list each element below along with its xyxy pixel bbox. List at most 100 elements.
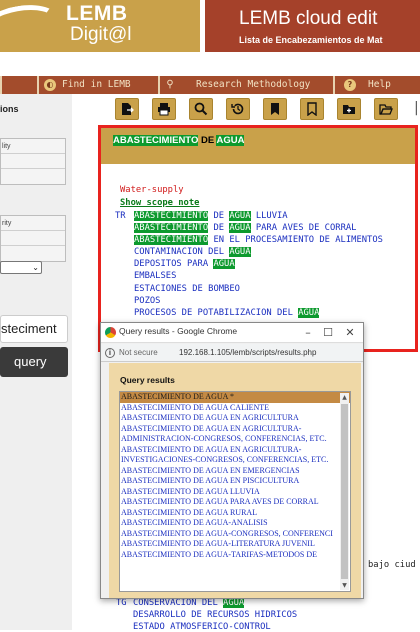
sidebar-option[interactable]: lity [1,139,65,154]
search-icon: ⚲ [166,79,174,90]
maximize-icon[interactable]: ☐ [319,324,337,341]
related-term[interactable]: ABASTECIMIENTO EN EL PROCESAMIENTO DE AL… [134,235,383,245]
sidebar-option[interactable] [1,231,65,246]
logo-subtitle: Digit@l [70,24,132,45]
result-item[interactable]: ABASTECIMIENTO DE AGUA EN PISCICULTURA [120,476,350,487]
record-heading: ABASTECIMIENTO DE AGUA [113,135,245,146]
search-input[interactable]: steciment [0,315,68,343]
related-term[interactable]: ESTACIONES DE BOMBEO [134,284,240,294]
nav-divider [0,76,2,94]
new-folder-button[interactable] [337,98,361,120]
compass-icon: ◐ [44,79,56,91]
logo-area[interactable]: LEMB Digit@l [0,0,200,53]
result-item[interactable]: ABASTECIMIENTO DE AGUA EN AGRICULTURA- [120,424,350,435]
record-panel: ABASTECIMIENTO DE AGUA Water-supply Show… [98,125,418,352]
result-item[interactable]: ABASTECIMIENTO DE AGUA-LITERATURA JUVENI… [120,539,350,550]
more-icon[interactable]: | [414,100,419,116]
tg-label: TG [116,598,127,608]
sidebar-select[interactable]: ⌄ [0,261,42,274]
record-header: ABASTECIMIENTO DE AGUA [101,128,415,164]
sidebar-option[interactable]: rity [1,216,65,231]
related-term[interactable]: ABASTECIMIENTO DE AGUA LLUVIA [134,211,288,221]
sidebar-section-label: ions [0,104,19,114]
heading-term: AGUA [216,135,245,146]
minimize-icon[interactable]: – [299,324,317,341]
scroll-thumb[interactable] [341,404,348,579]
history-button[interactable] [226,98,250,120]
close-icon[interactable]: ✕ [341,324,359,341]
related-term[interactable]: CONTAMINACION DEL AGUA [134,247,251,257]
file-export-icon [122,103,134,115]
result-item[interactable]: ABASTECIMIENTO DE AGUA-TARIFAS-METODOS D… [120,550,350,561]
sidebar-option-box: rity [0,215,66,262]
result-item[interactable]: ABASTECIMIENTO DE AGUA-CONGRESOS, CONFER… [120,529,350,540]
query-results-window: Query results - Google Chrome – ☐ ✕ i No… [100,322,364,599]
query-button[interactable]: query [0,347,68,377]
heading-term: ABASTECIMIENTO [113,135,199,146]
bookmark-filled-icon [271,103,279,115]
result-item[interactable]: ABASTECIMIENTO DE AGUA LLUVIA [120,487,350,498]
nav-research-methodology[interactable]: Research Methodology [196,76,310,94]
bookmark-add-button[interactable] [263,98,287,120]
result-item-selected[interactable]: ABASTECIMIENTO DE AGUA * [120,392,350,403]
result-item[interactable]: ABASTECIMIENTO DE AGUA EN EMERGENCIAS [120,466,350,477]
scope-note-link[interactable]: Show scope note [120,198,199,208]
broader-term[interactable]: DESARROLLO DE RECURSOS HIDRICOS [133,610,297,620]
result-item[interactable]: ABASTECIMIENTO DE AGUA CALIENTE [120,403,350,414]
result-item[interactable]: ABASTECIMIENTO DE AGUA EN AGRICULTURA [120,413,350,424]
result-item[interactable]: ABASTECIMIENTO DE AGUA-ANALISIS [120,518,350,529]
related-term[interactable]: PROCESOS DE POTABILIZACION DEL AGUA [134,308,320,318]
partial-term: bajo ciud [368,560,416,570]
sidebar-option[interactable] [1,154,65,169]
related-term[interactable]: POZOS [134,296,160,306]
nav-divider [333,76,335,94]
sidebar-option[interactable] [1,246,65,261]
bookmark-outline-icon [307,102,317,116]
results-heading: Query results [120,375,175,385]
open-folder-button[interactable] [374,98,398,120]
bookmark-list-button[interactable] [300,98,324,120]
related-term[interactable]: ABASTECIMIENTO DE AGUA PARA AVES DE CORR… [134,223,356,233]
print-button[interactable] [152,98,176,120]
result-item[interactable]: INVESTIGACIONES-CONGRESOS, CONFERENCIAS,… [120,455,350,466]
history-icon [231,103,244,115]
related-term[interactable]: DEPOSITOS PARA AGUA [134,259,235,269]
results-list[interactable]: ABASTECIMIENTO DE AGUA * ABASTECIMIENTO … [119,391,351,592]
folder-add-icon [343,105,355,114]
security-label: Not secure [119,348,158,357]
search-button[interactable] [189,98,213,120]
site-header: LEMB Digit@l LEMB cloud edit Lista de En… [0,0,420,75]
nav-help[interactable]: Help [368,76,391,94]
header-banner: LEMB cloud edit Lista de Encabezamientos… [205,0,420,52]
nav-divider [158,76,160,94]
tr-label: TR [115,211,126,221]
nav-divider [37,76,39,94]
folder-open-icon [379,104,393,115]
sidebar-option[interactable] [1,169,65,184]
result-item[interactable]: ABASTECIMIENTO DE AGUA RURAL [120,508,350,519]
export-button[interactable] [115,98,139,120]
app-subtitle: Lista de Encabezamientos de Mat [239,35,383,45]
result-item[interactable]: ABASTECIMIENTO DE AGUA PARA AVES DE CORR… [120,497,350,508]
address-bar[interactable]: i Not secure 192.168.1.105/lemb/scripts/… [101,344,363,362]
broader-term[interactable]: ESTADO ATMOSFERICO-CONTROL [133,622,271,632]
scroll-up-icon[interactable]: ▲ [340,393,349,402]
search-icon [194,102,208,116]
broader-term[interactable]: CONSERVACION DEL AGUA [133,598,245,608]
info-icon[interactable]: i [105,348,115,358]
results-scrollbar[interactable]: ▲ ▼ [340,393,349,590]
chevron-down-icon: ⌄ [32,263,39,272]
nav-find-in-lemb[interactable]: Find in LEMB [62,76,131,94]
used-for-term[interactable]: Water-supply [120,185,184,195]
scroll-down-icon[interactable]: ▼ [340,581,349,590]
result-item[interactable]: ABASTECIMIENTO DE AGUA EN AGRICULTURA- [120,445,350,456]
address-url[interactable]: 192.168.1.105/lemb/scripts/results.php [179,348,316,357]
app-title: LEMB cloud edit [239,8,378,29]
related-term[interactable]: EMBALSES [134,271,176,281]
left-sidebar: ions lity rity ⌄ steciment query [0,94,72,630]
result-item[interactable]: ADMINISTRACION-CONGRESOS, CONFERENCIAS, … [120,434,350,445]
nav-bar: ◐ Find in LEMB ⚲ Research Methodology ? … [0,76,420,94]
logo-brand: LEMB [66,2,128,25]
window-titlebar[interactable]: Query results - Google Chrome – ☐ ✕ [101,323,363,343]
window-title: Query results - Google Chrome [119,326,238,336]
